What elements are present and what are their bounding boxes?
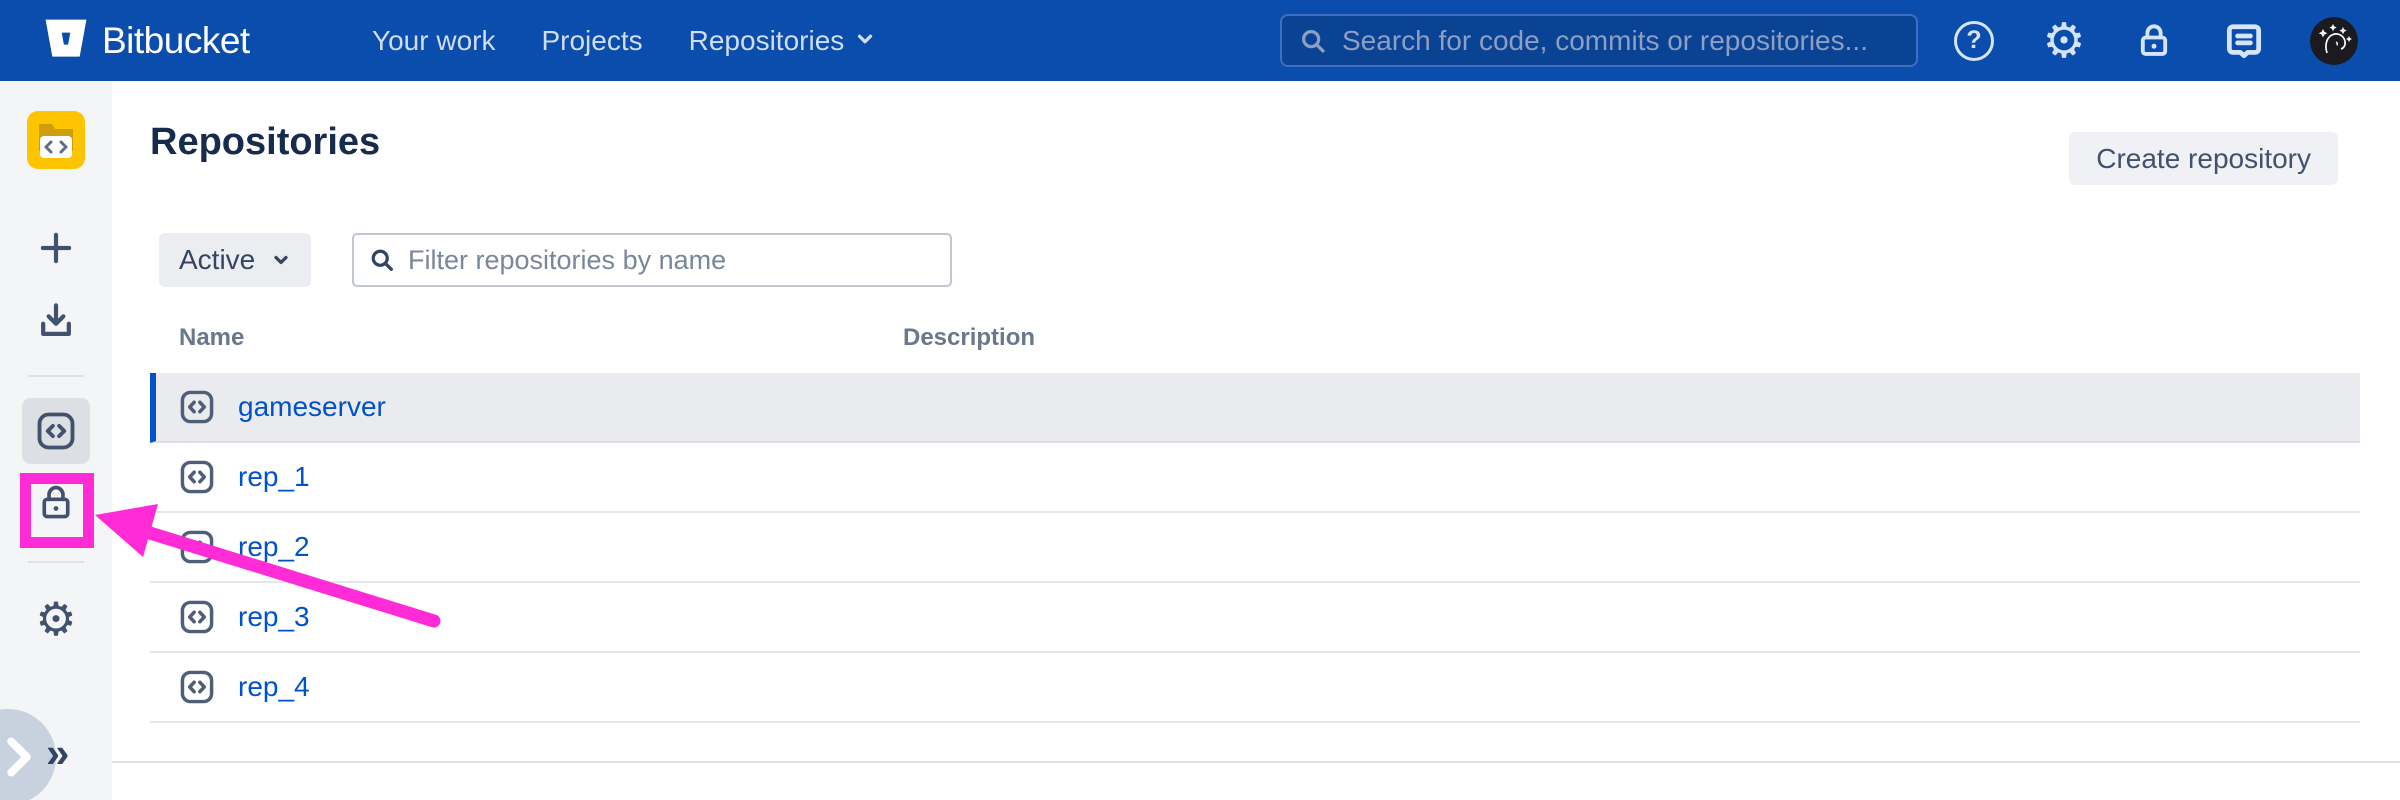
nav-repositories[interactable]: Repositories [689, 25, 877, 57]
status-filter-dropdown[interactable]: Active [159, 233, 311, 287]
gear-icon: ⚙ [2042, 17, 2085, 65]
bitbucket-app: Bitbucket Your work Projects Repositorie… [0, 0, 2400, 800]
table-row-rep-4[interactable]: rep_4 [150, 653, 2360, 723]
chevron-down-icon [854, 25, 876, 57]
bitbucket-wordmark: Bitbucket [102, 20, 250, 62]
top-navigation-bar: Bitbucket Your work Projects Repositorie… [0, 0, 2400, 81]
repository-link[interactable]: rep_1 [238, 461, 310, 493]
chevron-right-icon [4, 737, 34, 777]
search-icon [368, 246, 396, 274]
code-icon [34, 409, 78, 453]
repository-icon [178, 388, 216, 426]
bitbucket-bucket-icon [44, 18, 88, 64]
sidebar-item-settings[interactable]: ⚙ [0, 596, 112, 642]
feedback-icon [2222, 19, 2266, 63]
table-row-rep-1[interactable]: rep_1 [150, 443, 2360, 513]
create-repository-button[interactable]: Create repository [2069, 132, 2338, 185]
nav-action-icons: ? ⚙ [1950, 0, 2358, 81]
sidebar-divider [28, 375, 84, 377]
plus-icon [35, 227, 77, 269]
column-header-description: Description [903, 324, 1035, 352]
lock-icon [34, 481, 78, 525]
gear-icon: ⚙ [35, 596, 76, 642]
main-content: Repositories Create repository Active Na… [112, 81, 2400, 763]
repository-icon [178, 668, 216, 706]
table-row-gameserver[interactable]: gameserver [150, 373, 2360, 443]
nav-projects[interactable]: Projects [541, 25, 642, 57]
project-avatar[interactable] [0, 111, 112, 169]
page-title: Repositories [150, 121, 380, 164]
repository-link[interactable]: rep_2 [238, 531, 310, 563]
repository-icon [178, 458, 216, 496]
repository-link[interactable]: gameserver [238, 391, 386, 423]
help-button[interactable]: ? [1950, 17, 1998, 65]
primary-nav-links: Your work Projects Repositories [372, 0, 876, 81]
repository-link[interactable]: rep_4 [238, 671, 310, 703]
search-icon [1298, 26, 1328, 56]
feedback-button[interactable] [2220, 17, 2268, 65]
repository-icon [178, 598, 216, 636]
status-filter-value: Active [179, 244, 255, 276]
import-button[interactable] [0, 299, 112, 343]
global-search-input[interactable] [1342, 25, 1900, 57]
repository-icon [178, 528, 216, 566]
lock-icon [2133, 20, 2175, 62]
left-sidebar: ⚙ » [0, 81, 112, 800]
repository-link[interactable]: rep_3 [238, 601, 310, 633]
sidebar-item-repositories[interactable] [22, 398, 90, 464]
bitbucket-logo[interactable]: Bitbucket [44, 0, 250, 81]
security-button[interactable] [2130, 17, 2178, 65]
table-row-rep-2[interactable]: rep_2 [150, 513, 2360, 583]
user-avatar[interactable] [2310, 17, 2358, 65]
sidebar-item-security[interactable] [0, 481, 112, 525]
global-search[interactable] [1280, 14, 1918, 67]
sidebar-divider [28, 561, 84, 563]
download-icon [34, 299, 78, 343]
repository-table: gameserver rep_1 rep_2 [150, 373, 2360, 723]
table-row-rep-3[interactable]: rep_3 [150, 583, 2360, 653]
help-icon: ? [1954, 21, 1994, 61]
create-button[interactable] [0, 227, 112, 269]
repository-filter-input[interactable] [408, 245, 936, 276]
chevron-down-icon [271, 250, 291, 270]
settings-button[interactable]: ⚙ [2040, 17, 2088, 65]
nav-your-work[interactable]: Your work [372, 25, 495, 57]
column-header-name: Name [179, 324, 244, 352]
expand-sidebar-button[interactable]: » [46, 732, 69, 774]
repository-filter[interactable] [352, 233, 952, 287]
